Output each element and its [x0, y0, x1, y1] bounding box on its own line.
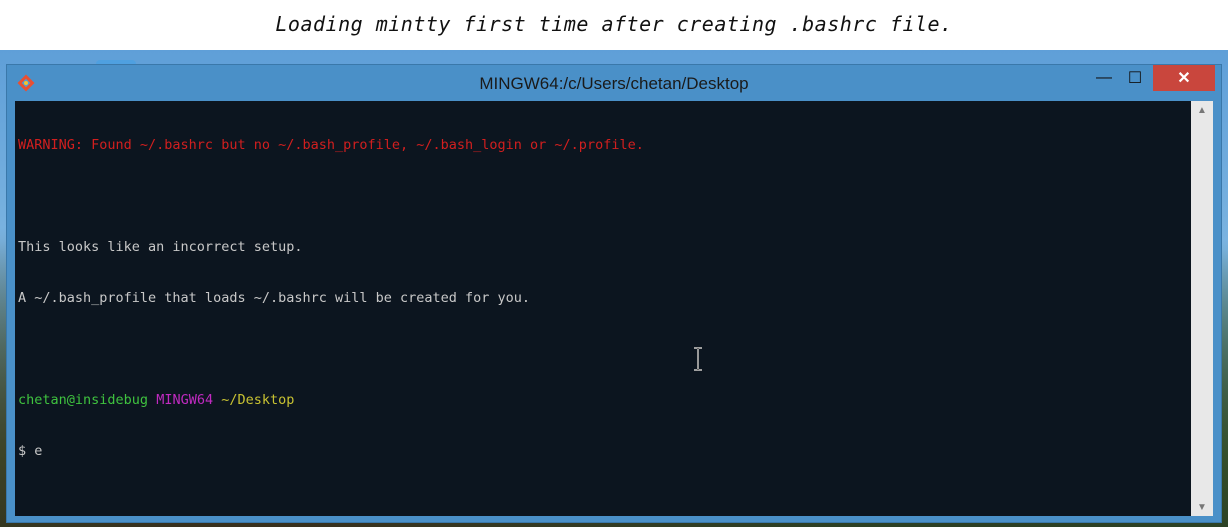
maximize-button[interactable]: ☐ [1121, 65, 1149, 91]
output-line: A ~/.bash_profile that loads ~/.bashrc w… [18, 290, 531, 306]
command-line[interactable]: $ e [18, 443, 644, 460]
scroll-down-icon[interactable]: ▼ [1191, 498, 1213, 516]
output-line: This looks like an incorrect setup. [18, 239, 303, 255]
prompt-line: chetan@insidebug MINGW64 ~/Desktop [18, 392, 644, 409]
title-bar[interactable]: MINGW64:/c/Users/chetan/Desktop — ☐ ✕ [7, 65, 1221, 101]
minimize-icon: — [1096, 69, 1112, 86]
close-button[interactable]: ✕ [1153, 65, 1215, 91]
window-title: MINGW64:/c/Users/chetan/Desktop [479, 74, 749, 93]
caption-text: Loading mintty first time after creating… [275, 12, 953, 36]
prompt-system: MINGW64 [156, 392, 214, 408]
scroll-up-icon[interactable]: ▲ [1191, 101, 1213, 119]
caption-bar: Loading mintty first time after creating… [0, 0, 1228, 50]
minimize-button[interactable]: — [1089, 65, 1119, 91]
terminal-output: WARNING: Found ~/.bashrc but no ~/.bash_… [18, 103, 644, 494]
maximize-icon: ☐ [1127, 70, 1143, 87]
warning-line: WARNING: Found ~/.bashrc but no ~/.bash_… [18, 137, 644, 153]
text-cursor-icon [694, 347, 702, 371]
close-icon: ✕ [1177, 70, 1191, 87]
prompt-path: ~/Desktop [221, 392, 295, 408]
terminal-area[interactable]: WARNING: Found ~/.bashrc but no ~/.bash_… [15, 101, 1191, 516]
mintty-window: MINGW64:/c/Users/chetan/Desktop — ☐ ✕ WA… [6, 64, 1222, 523]
prompt-user: chetan@insidebug [18, 392, 149, 408]
vertical-scrollbar[interactable]: ▲ ▼ [1191, 101, 1213, 516]
